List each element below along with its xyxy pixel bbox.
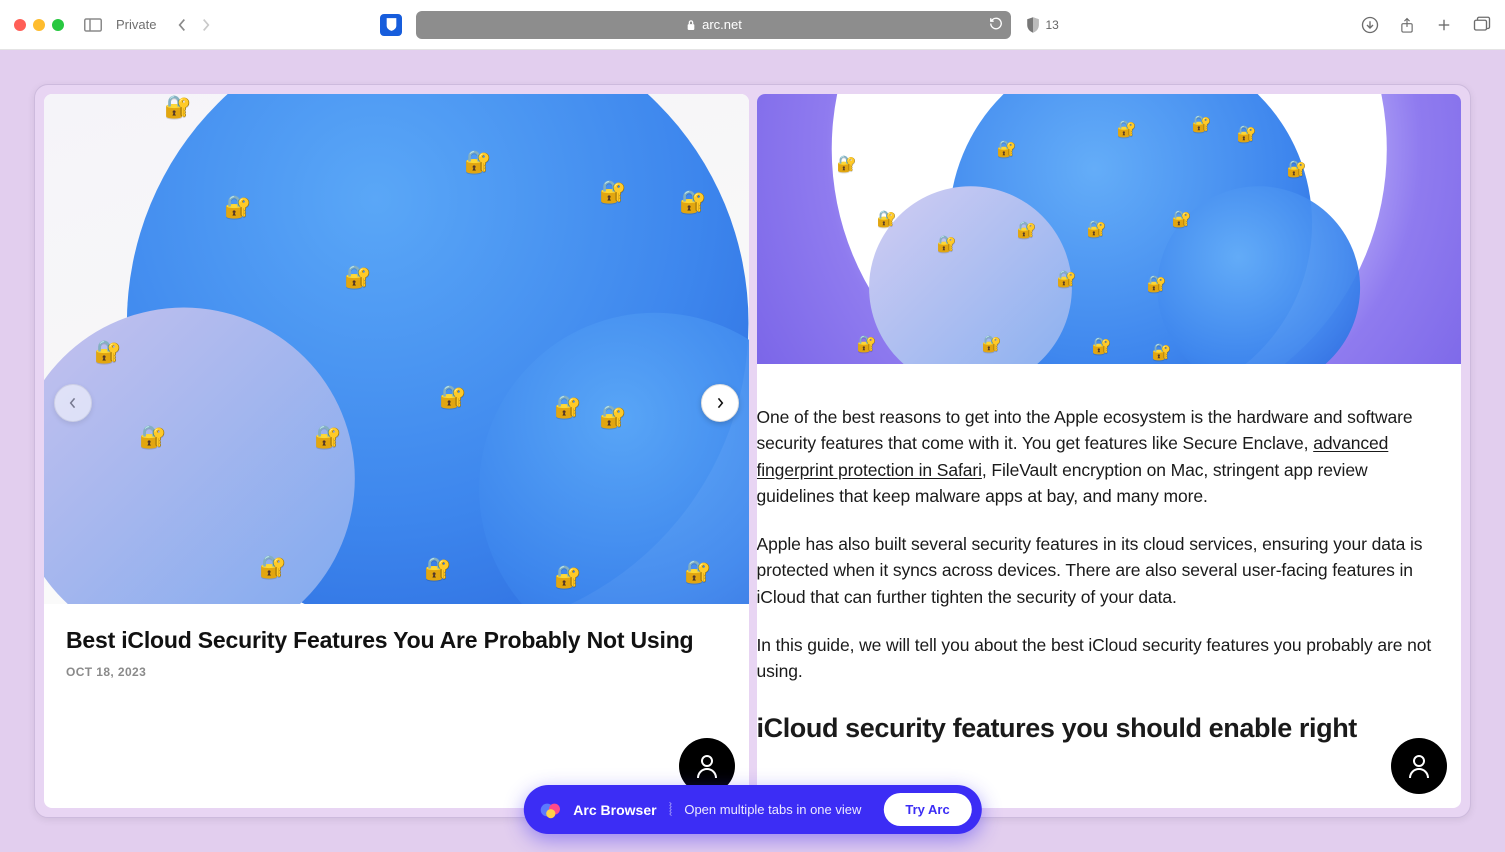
downloads-icon[interactable] [1361, 16, 1379, 34]
padlock-icon: 🔐 [1192, 114, 1212, 134]
padlock-icon: 🔐 [1057, 269, 1077, 289]
padlock-icon: 🔐 [599, 179, 626, 205]
padlock-icon: 🔐 [1117, 119, 1137, 139]
person-icon [1407, 753, 1431, 779]
person-icon [695, 753, 719, 779]
url-text: arc.net [702, 17, 742, 32]
padlock-icon: 🔐 [982, 334, 1002, 354]
padlock-icon: 🔐 [1152, 342, 1172, 362]
article-body: One of the best reasons to get into the … [757, 364, 1462, 746]
padlock-icon: 🔐 [1017, 220, 1037, 240]
forward-button[interactable] [200, 18, 212, 32]
reload-icon[interactable] [989, 16, 1003, 33]
carousel-prev-button[interactable] [54, 384, 92, 422]
left-pane: 🔐 🔐 🔐 🔐 🔐 🔐 🔐 🔐 🔐 🔐 🔐 🔐 🔐 🔐 🔐 🔐 [44, 94, 749, 808]
padlock-icon: 🔐 [877, 209, 897, 229]
article-subheading: iCloud security features you should enab… [757, 706, 1442, 746]
promo-pill: Arc Browser ⦚ Open multiple tabs in one … [523, 785, 981, 834]
article-headline[interactable]: Best iCloud Security Features You Are Pr… [66, 626, 727, 655]
carousel-next-button[interactable] [701, 384, 739, 422]
private-mode-label: Private [116, 17, 156, 32]
tracker-shield[interactable]: 13 [1025, 16, 1058, 34]
sidebar-toggle-icon[interactable] [84, 18, 102, 32]
padlock-icon: 🔐 [1287, 159, 1307, 179]
arc-logo-icon [539, 799, 561, 821]
profile-button[interactable] [1391, 738, 1447, 794]
window-controls [14, 19, 64, 31]
article-date: OCT 18, 2023 [66, 665, 727, 679]
new-tab-icon[interactable] [1435, 16, 1453, 34]
padlock-icon: 🔐 [1087, 219, 1107, 239]
article-paragraph: In this guide, we will tell you about th… [757, 632, 1442, 685]
padlock-icon: 🔐 [1147, 274, 1167, 294]
padlock-icon: 🔐 [857, 334, 877, 354]
try-arc-button[interactable]: Try Arc [883, 793, 971, 826]
padlock-icon: 🔐 [554, 394, 581, 420]
padlock-icon: 🔐 [224, 194, 251, 220]
padlock-icon: 🔐 [464, 149, 491, 175]
padlock-icon: 🔐 [1172, 209, 1192, 229]
padlock-icon: 🔐 [599, 404, 626, 430]
article-paragraph: Apple has also built several security fe… [757, 531, 1442, 610]
padlock-icon: 🔐 [679, 189, 706, 215]
padlock-icon: 🔐 [937, 234, 957, 254]
page-viewport: 🔐 🔐 🔐 🔐 🔐 🔐 🔐 🔐 🔐 🔐 🔐 🔐 🔐 🔐 🔐 🔐 [0, 50, 1505, 852]
padlock-icon: 🔐 [554, 564, 581, 590]
tabs-overview-icon[interactable] [1473, 16, 1491, 34]
lock-icon [686, 19, 696, 31]
minimize-window-button[interactable] [33, 19, 45, 31]
padlock-icon: 🔐 [344, 264, 371, 290]
padlock-icon: 🔐 [139, 424, 166, 450]
separator: ⦚ [669, 801, 673, 819]
padlock-icon: 🔐 [164, 94, 191, 120]
split-view-container: 🔐 🔐 🔐 🔐 🔐 🔐 🔐 🔐 🔐 🔐 🔐 🔐 🔐 🔐 🔐 🔐 [34, 84, 1471, 818]
article-paragraph: One of the best reasons to get into the … [757, 404, 1442, 509]
hero-image-right: 🔐 🔐 🔐 🔐 🔐 🔐 🔐 🔐 🔐 🔐 🔐 🔐 🔐 🔐 🔐 🔐 🔐 [757, 94, 1462, 364]
close-window-button[interactable] [14, 19, 26, 31]
padlock-icon: 🔐 [314, 424, 341, 450]
share-icon[interactable] [1399, 16, 1415, 34]
padlock-icon: 🔐 [424, 556, 451, 582]
padlock-icon: 🔐 [439, 384, 466, 410]
promo-brand: Arc Browser [573, 802, 656, 818]
maximize-window-button[interactable] [52, 19, 64, 31]
padlock-icon: 🔐 [837, 154, 857, 174]
padlock-icon: 🔐 [259, 554, 286, 580]
tracker-count: 13 [1045, 18, 1058, 32]
hero-image-left: 🔐 🔐 🔐 🔐 🔐 🔐 🔐 🔐 🔐 🔐 🔐 🔐 🔐 🔐 🔐 🔐 [44, 94, 749, 604]
right-pane: 🔐 🔐 🔐 🔐 🔐 🔐 🔐 🔐 🔐 🔐 🔐 🔐 🔐 🔐 🔐 🔐 🔐 [757, 94, 1462, 808]
shield-icon [1025, 16, 1041, 34]
padlock-icon: 🔐 [94, 339, 121, 365]
back-button[interactable] [176, 18, 188, 32]
bitwarden-extension-icon[interactable] [380, 14, 402, 36]
browser-toolbar: Private arc.net 13 [0, 0, 1505, 50]
padlock-icon: 🔐 [1092, 336, 1112, 356]
padlock-icon: 🔐 [1237, 124, 1257, 144]
padlock-icon: 🔐 [684, 559, 711, 585]
padlock-icon: 🔐 [997, 139, 1017, 159]
promo-tagline: Open multiple tabs in one view [684, 802, 861, 817]
address-bar[interactable]: arc.net [416, 11, 1011, 39]
